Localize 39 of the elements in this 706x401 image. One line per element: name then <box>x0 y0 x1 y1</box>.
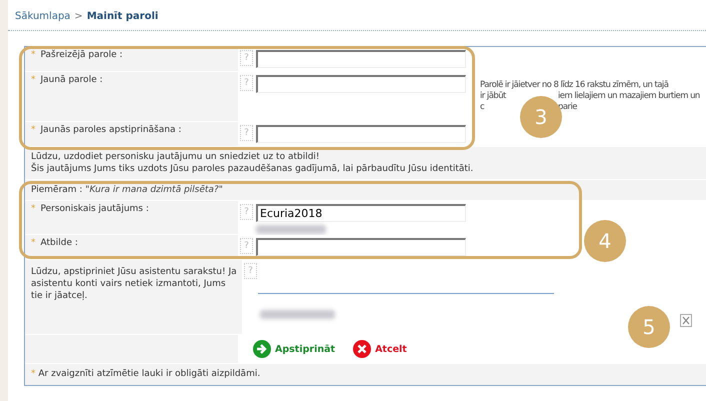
close-icon[interactable] <box>680 314 692 327</box>
help-icon[interactable]: ? <box>240 50 253 66</box>
close-icon <box>353 340 372 358</box>
password-field[interactable] <box>256 50 466 68</box>
field-label: Personiskais jautājums : <box>40 204 149 214</box>
info-text: Lūdzu, uzdodiet personisku jautājumu un sniedziet uz to atbildi! <box>31 151 321 162</box>
required-mark: * <box>31 75 36 85</box>
footer-note: Ar zvaigznīti atzīmētie lauki ir obligāti aizpildāmi. <box>38 369 260 379</box>
assistants-text: Lūdzu, apstipriniet Jūsu asistentu sarakstu! Ja asistentu konti vairs netiek izmantoti, Jums tie ir jāatceļ. <box>31 266 238 302</box>
required-mark: * <box>31 125 36 135</box>
field-label: Jaunā parole : <box>40 75 103 85</box>
help-icon[interactable]: ? <box>244 263 257 279</box>
breadcrumb-link[interactable]: Mainīt paroli <box>86 11 158 22</box>
example-text: "Kura ir mana dzimtā pilsēta?" <box>85 185 223 195</box>
password-field[interactable] <box>256 75 466 93</box>
help-icon[interactable]: ? <box>240 125 253 141</box>
required-mark: * <box>31 204 36 214</box>
help-icon[interactable]: ? <box>240 204 253 220</box>
field-label: Jaunās paroles apstiprināšana : <box>40 125 182 135</box>
hint-text: Parolē ir jāietver no 8 līdz 16 rakstu zīmēm, un tajā <box>480 80 668 90</box>
info-text: Šis jautājums Jums tiks uzdots Jūsu paroles pazaudēšanas gadījumā, lai pārbaudītu Jūsu identitāti. <box>31 163 474 175</box>
help-icon[interactable]: ? <box>240 75 253 91</box>
hint-text: c <box>480 102 486 113</box>
blurred-text <box>256 225 326 234</box>
required-mark: * <box>31 238 36 248</box>
field-label: Atbilde : <box>40 238 78 248</box>
required-mark: * <box>31 50 36 60</box>
confirm-button[interactable]: Apstiprināt <box>253 340 336 358</box>
help-icon[interactable]: ? <box>240 238 253 254</box>
example-label: Piemēram : <box>31 185 82 195</box>
password-field[interactable] <box>256 125 466 143</box>
required-mark: * <box>31 369 36 379</box>
field-label: Pašreizējā parole : <box>40 50 123 60</box>
hint-text: ir jābūt <box>480 91 508 102</box>
breadcrumb-separator: > <box>74 11 83 22</box>
breadcrumb-link[interactable]: Sākumlapa <box>15 11 70 22</box>
cancel-button[interactable]: Atcelt <box>353 340 407 358</box>
text-field[interactable]: Ecuria2018 <box>256 204 466 222</box>
text-field[interactable] <box>256 238 466 256</box>
